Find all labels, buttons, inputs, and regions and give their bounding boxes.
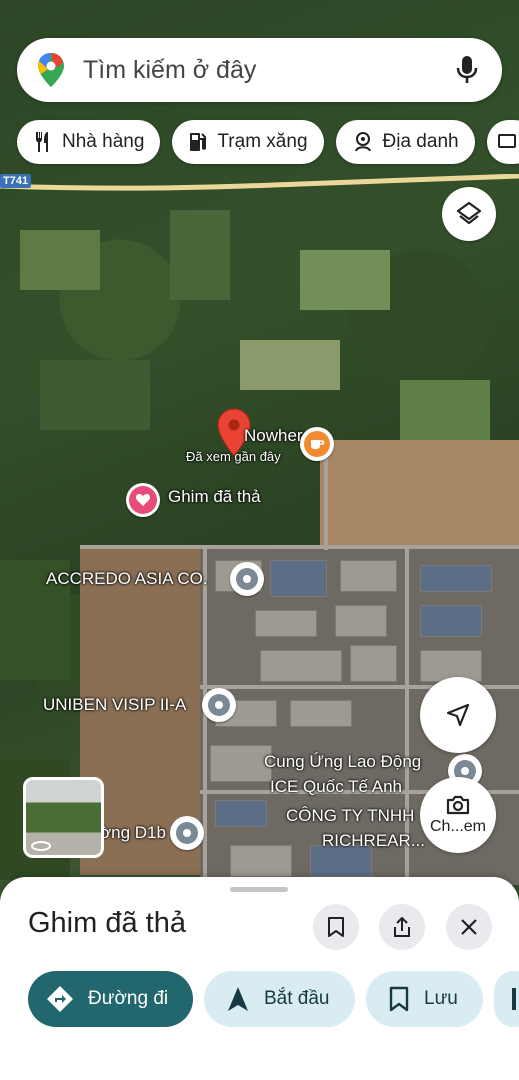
navigation-start-icon [228,987,248,1011]
dropped-pin-label: Ghim đã thả [168,487,261,506]
close-icon [461,919,477,935]
place-label[interactable]: ICE Quốc Tế Anh [270,777,402,797]
cafe-poi[interactable] [300,427,334,461]
highway [0,174,519,191]
search-bar[interactable]: Tìm kiếm ở đây [17,38,502,102]
my-location-button[interactable] [420,677,496,753]
start-label: Bắt đầu [264,988,330,1009]
chip-label: Địa danh [382,131,459,152]
place-label[interactable]: RICHREAR... [322,831,425,851]
category-chips: Nhà hàng Trạm xăng Địa danh [17,120,519,164]
microphone-icon[interactable] [454,54,480,86]
gas-station-icon [190,133,207,151]
directions-icon [47,986,73,1012]
fork-knife-icon [36,132,48,152]
chip-more[interactable] [486,120,519,164]
close-button[interactable] [446,904,492,950]
place-label[interactable]: UNIBEN VISIP II-A [43,695,186,715]
maps-logo-icon [38,53,64,87]
place-marker[interactable] [202,688,236,722]
start-button[interactable]: Bắt đầu [204,971,355,1027]
lens-label: Ch...em [429,818,486,835]
street-view-thumbnail[interactable] [23,777,104,858]
search-input[interactable]: Tìm kiếm ở đây [83,56,454,85]
share-button[interactable] [379,904,425,950]
directions-label: Đường đi [88,988,169,1009]
save-icon-button[interactable] [313,904,359,950]
sheet-handle[interactable] [230,887,288,892]
chip-label: Nhà hàng [62,131,145,152]
dropped-pin-marker[interactable] [126,483,160,517]
save-button[interactable]: Lưu [366,971,483,1027]
place-marker[interactable] [230,562,264,596]
place-label[interactable]: Cung Ứng Lao Động [264,752,421,772]
360-icon [31,841,51,851]
landmark-icon [354,132,371,152]
bookmark-icon [389,986,409,1012]
overflow-edge-icon [512,988,516,1010]
sheet-title: Ghim đã thả [28,907,186,939]
more-actions-button[interactable] [494,971,519,1027]
layers-icon [456,201,482,225]
chip-gas-station[interactable]: Trạm xăng [172,120,324,164]
directions-button[interactable]: Đường đi [28,971,193,1027]
share-icon [394,916,410,937]
layers-button[interactable] [442,187,496,241]
cafe-icon [311,440,325,449]
bottom-sheet[interactable]: Ghim đã thả Đường đi Bắt đầu Lưu [0,877,519,1080]
navigation-arrow-icon [446,703,470,727]
place-marker[interactable] [170,816,204,850]
lens-button[interactable]: Ch...em [420,777,496,853]
place-label[interactable]: ACCREDO ASIA CO. [46,569,208,589]
road-shield: T741 [0,174,32,188]
more-chip-icon [497,134,516,148]
place-label[interactable]: ờng D1b [100,823,166,843]
chip-restaurants[interactable]: Nhà hàng [17,120,161,164]
chip-label: Trạm xăng [217,131,308,152]
cleared-land [320,440,519,550]
bookmark-icon [328,917,344,937]
chip-landmarks[interactable]: Địa danh [335,120,475,164]
pin-sublabel: Đã xem gần đây [186,449,281,464]
place-label[interactable]: CÔNG TY TNHH [286,806,414,826]
camera-icon [446,795,470,815]
save-label: Lưu [424,988,458,1009]
heart-icon [135,494,151,506]
